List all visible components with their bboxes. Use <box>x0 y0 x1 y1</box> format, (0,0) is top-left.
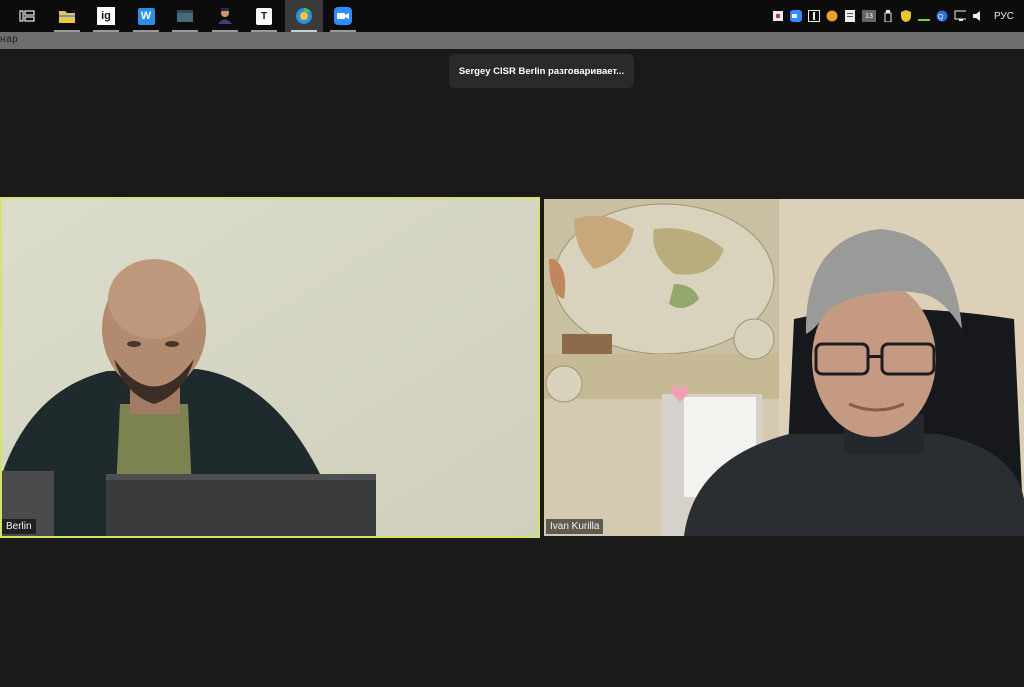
system-tray: 13 Q РУС <box>772 0 1024 32</box>
green-bar-icon[interactable] <box>917 10 930 22</box>
record-icon[interactable] <box>772 10 784 22</box>
orange-app-icon[interactable] <box>826 10 838 22</box>
file-explorer-button[interactable] <box>48 0 86 32</box>
volume-icon[interactable] <box>972 10 984 22</box>
browser-icon <box>296 7 312 24</box>
zoom-tray-icon[interactable] <box>789 10 802 22</box>
wps-writer-icon: W <box>137 7 155 25</box>
video-feed-berlin <box>2 199 538 536</box>
app-window-icon <box>177 10 193 22</box>
svg-text:Q: Q <box>938 14 944 21</box>
typora-icon: T <box>256 7 272 25</box>
file-explorer-icon <box>59 11 75 23</box>
shield-icon[interactable] <box>900 10 912 22</box>
zoom-icon <box>334 7 352 25</box>
video-tile-ivan-kurilla[interactable]: Ivan Kurilla <box>544 199 1024 536</box>
zoom-button[interactable] <box>324 0 362 32</box>
task-view-button[interactable] <box>8 0 46 32</box>
browser-button[interactable] <box>285 0 323 32</box>
user-app-button[interactable] <box>206 0 244 32</box>
window-title: нар <box>0 34 19 45</box>
participant-name-ivan-kurilla: Ivan Kurilla <box>546 519 604 534</box>
ig-app-icon: ig <box>97 7 115 25</box>
speaking-notification-text: Sergey CISR Berlin разговаривает... <box>458 65 625 77</box>
windows-taskbar: ig W T 13 Q РУС <box>0 0 1024 32</box>
typora-button[interactable]: T <box>245 0 283 32</box>
task-view-icon <box>19 10 35 22</box>
video-tile-berlin[interactable]: Berlin <box>0 197 540 538</box>
speaking-notification: Sergey CISR Berlin разговаривает... <box>449 54 634 88</box>
app-window-button[interactable] <box>166 0 204 32</box>
language-indicator[interactable]: РУС <box>994 11 1014 22</box>
window-titlebar[interactable]: нар <box>0 32 1024 49</box>
participant-name-berlin: Berlin <box>2 519 36 534</box>
network-icon[interactable] <box>954 10 966 22</box>
usb-drive-icon[interactable] <box>882 10 894 22</box>
user-app-icon <box>218 8 232 24</box>
ig-app-button[interactable]: ig <box>87 0 125 32</box>
document-icon[interactable] <box>844 10 856 22</box>
wps-writer-button[interactable]: W <box>127 0 165 32</box>
text-cursor-icon[interactable] <box>807 10 820 22</box>
video-feed-ivan-kurilla <box>544 199 1024 536</box>
badge-counter-icon[interactable]: 13 <box>861 10 876 22</box>
qe-app-icon[interactable]: Q <box>936 10 948 22</box>
